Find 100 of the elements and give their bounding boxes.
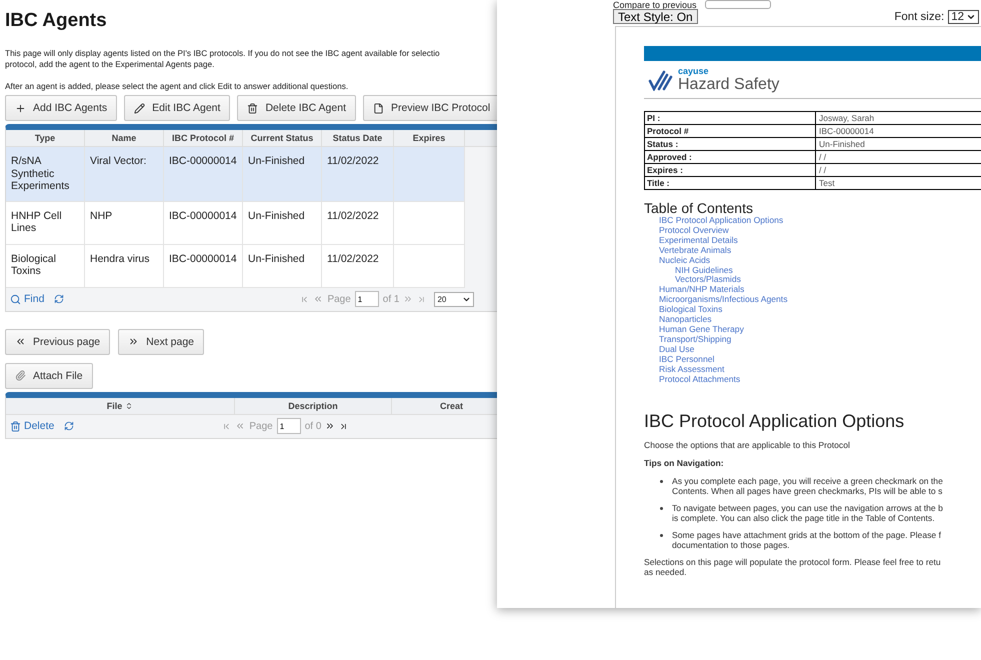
compare-label: Compare to previous xyxy=(613,0,697,10)
toc-link[interactable]: IBC Protocol Application Options xyxy=(659,216,784,226)
table-cell: Un-Finished xyxy=(243,147,322,200)
plus-icon xyxy=(15,102,26,114)
toc-link[interactable]: Vertebrate Animals xyxy=(659,246,732,256)
info-label: PI : xyxy=(644,112,816,124)
toc-link[interactable]: Biological Toxins xyxy=(659,305,722,316)
page-title: IBC Agents xyxy=(5,10,108,32)
column-header[interactable]: File xyxy=(6,398,235,414)
closing-text: Selections on this page will populate the protocol form. Please feel free to retu xyxy=(644,557,942,568)
agent-row[interactable]: R/sNA Synthetic Experiments Viral Vector: IBC-00000014 Un-Finished 11/02/2022 xyxy=(6,147,465,202)
refresh-icon[interactable] xyxy=(64,421,74,431)
info-value: / / xyxy=(816,150,981,164)
toc-link[interactable]: IBC Personnel xyxy=(659,354,714,365)
toc-link[interactable]: Vectors/Plasmids xyxy=(675,275,741,286)
add-button[interactable]: Add IBC Agents xyxy=(5,95,118,121)
table-cell: Hendra virus xyxy=(85,244,164,286)
compare-select[interactable] xyxy=(704,0,771,9)
table-cell: IBC-00000014 xyxy=(164,147,243,200)
refresh-icon[interactable] xyxy=(54,294,64,304)
previous-page-icon[interactable] xyxy=(235,421,246,431)
closing-text: as needed. xyxy=(644,567,688,578)
page-number-field[interactable]: 1 xyxy=(354,291,379,307)
edit-button[interactable]: Edit IBC Agent xyxy=(124,95,230,121)
page-count: of 0 xyxy=(304,420,322,432)
sort-icon[interactable] xyxy=(125,402,134,410)
tip-text: Some pages have attachment grids at the bottom of the page. Please f xyxy=(672,530,941,540)
column-header[interactable]: Name xyxy=(85,130,164,146)
next-page-button[interactable]: Next page xyxy=(118,328,204,354)
find-link[interactable]: Find xyxy=(10,293,44,305)
table-cell: Viral Vector: xyxy=(85,147,164,200)
agent-row[interactable]: HNHP Cell Lines NHP IBC-00000014 Un-Finished 11/02/2022 xyxy=(6,202,465,244)
logo-icon xyxy=(648,69,674,91)
table-cell: IBC-00000014 xyxy=(164,202,243,244)
section-title: IBC Protocol Application Options xyxy=(644,411,906,432)
info-label: Title : xyxy=(644,176,816,190)
document-icon xyxy=(373,102,384,114)
toc-link[interactable]: Nucleic Acids xyxy=(659,256,710,266)
info-value: Josway, Sarah xyxy=(816,112,981,124)
column-header[interactable]: Description xyxy=(235,398,392,414)
page-size-select[interactable]: 20 xyxy=(434,292,474,306)
column-header[interactable]: Expires xyxy=(394,130,465,146)
toc-link[interactable]: Nanoparticles xyxy=(659,315,712,325)
info-label: Approved : xyxy=(644,150,816,164)
toc-link[interactable]: Experimental Details xyxy=(659,236,738,246)
delete-link[interactable]: Delete xyxy=(10,420,54,432)
first-page-icon[interactable] xyxy=(300,294,310,304)
toc-link[interactable]: Human Gene Therapy xyxy=(659,324,744,335)
table-cell: 11/02/2022 xyxy=(322,202,394,244)
pencil-icon xyxy=(134,102,146,114)
table-cell: 11/02/2022 xyxy=(322,244,394,286)
previous-page-icon[interactable] xyxy=(313,294,324,304)
column-header[interactable]: IBC Protocol # xyxy=(164,130,243,146)
toc-link[interactable]: NIH Guidelines xyxy=(675,266,733,276)
toc-link[interactable]: Dual Use xyxy=(659,344,694,355)
font-size-select[interactable]: 12 xyxy=(948,10,979,24)
intro-text: This page will only display agents listed on the PI's IBC protocols. If you do not see the IBC agent available for selectio xyxy=(5,48,441,59)
column-header[interactable]: Type xyxy=(6,130,85,146)
previous-page-button[interactable]: Previous page xyxy=(5,328,110,354)
toc-link[interactable]: Protocol Attachments xyxy=(659,374,740,384)
page-label: Page xyxy=(249,420,273,432)
paperclip-icon xyxy=(15,370,26,381)
bullet-icon xyxy=(660,507,663,510)
section-intro: Choose the options that are applicable to this Protocol xyxy=(644,440,851,450)
info-value: Un-Finished xyxy=(816,138,981,150)
toc-link[interactable]: Risk Assessment xyxy=(659,364,724,374)
toc-link[interactable]: Human/NHP Materials xyxy=(659,285,744,296)
first-page-icon[interactable] xyxy=(222,422,232,430)
search-icon xyxy=(10,294,21,304)
info-label: Expires : xyxy=(644,164,816,176)
table-cell: Un-Finished xyxy=(243,244,322,286)
tip-text: is complete. You can also click the page title in the Table of Contents. xyxy=(672,513,936,524)
table-cell: IBC-00000014 xyxy=(164,244,243,286)
table-cell: Biological Toxins xyxy=(6,244,85,286)
column-header[interactable]: Status Date xyxy=(322,130,394,146)
logo-product: Hazard Safety xyxy=(678,76,780,93)
preview-button[interactable]: Preview IBC Protocol xyxy=(363,95,497,121)
tip-text: To navigate between pages, you can use the navigation arrows at the b xyxy=(672,503,943,514)
page-count: of 1 xyxy=(382,294,400,304)
table-cell: 11/02/2022 xyxy=(322,147,394,200)
instruction-text: After an agent is added, please select the agent and click Edit to answer additional questions. xyxy=(5,81,350,92)
attach-file-button[interactable]: Attach File xyxy=(5,362,93,388)
text-style-button[interactable]: Text Style: On xyxy=(613,9,698,24)
agent-row[interactable]: Biological Toxins Hendra virus IBC-00000014 Un-Finished 11/02/2022 xyxy=(6,244,465,288)
table-cell: HNHP Cell Lines xyxy=(6,202,85,244)
delete-button[interactable]: Delete IBC Agent xyxy=(237,95,356,121)
column-header[interactable]: Current Status xyxy=(243,130,322,146)
toc-link[interactable]: Microorganisms/Infectious Agents xyxy=(659,295,788,306)
info-value: / / xyxy=(816,164,981,176)
next-page-icon[interactable] xyxy=(325,421,336,431)
bullet-icon xyxy=(660,480,663,484)
double-chevron-right-icon xyxy=(128,336,140,347)
last-page-icon[interactable] xyxy=(339,422,348,430)
page-label: Page xyxy=(327,294,351,304)
toc-link[interactable]: Protocol Overview xyxy=(659,226,729,236)
logo-brand: cayuse xyxy=(678,67,710,76)
font-size-label: Font size: xyxy=(894,10,944,22)
intro-text: protocol, add the agent to the Experimental Agents page. xyxy=(5,59,216,70)
toc-link[interactable]: Transport/Shipping xyxy=(659,334,732,345)
page-number-field[interactable]: 1 xyxy=(276,418,301,434)
